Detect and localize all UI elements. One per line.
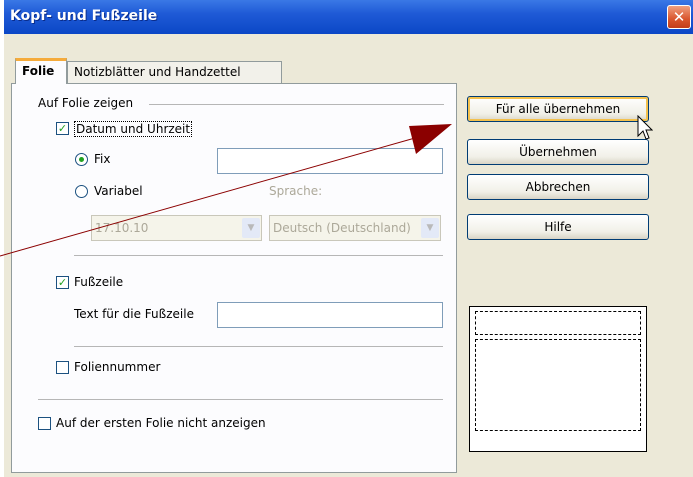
annotation-arrow-head bbox=[409, 124, 452, 154]
mouse-cursor-icon bbox=[637, 115, 653, 140]
tab-folie[interactable]: Folie bbox=[15, 58, 67, 84]
annotation-arrow-line bbox=[0, 137, 416, 257]
tab-folie-label: Folie bbox=[22, 64, 55, 78]
annotation-arrow bbox=[0, 124, 452, 257]
